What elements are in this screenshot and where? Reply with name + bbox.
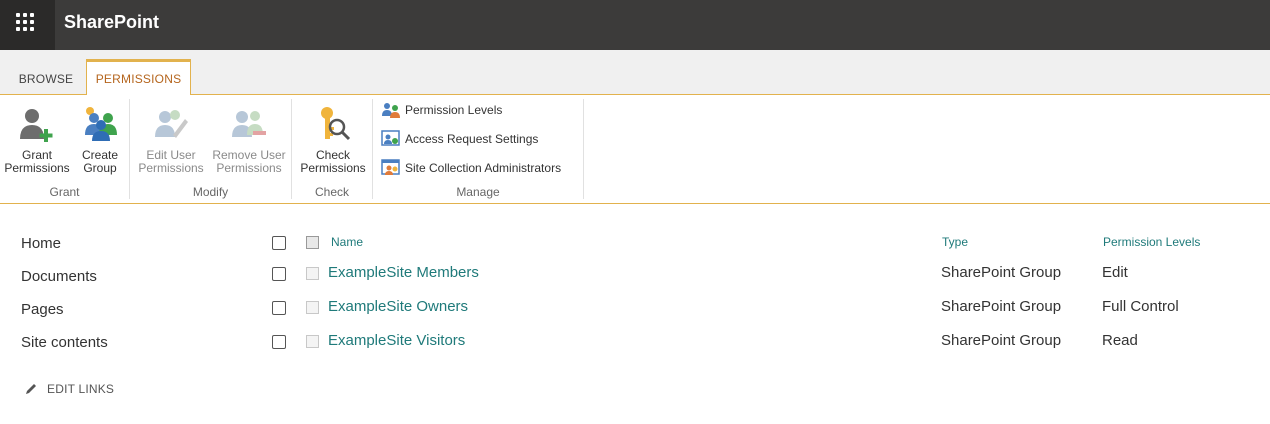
- group-link[interactable]: ExampleSite Members: [328, 264, 479, 281]
- row-select-box[interactable]: [306, 335, 319, 348]
- group-label-grant: Grant: [49, 185, 80, 199]
- type-cell: SharePoint Group: [941, 298, 1062, 315]
- nav-item-documents[interactable]: Documents: [21, 265, 108, 298]
- check-permissions-icon: [313, 105, 353, 143]
- column-header-permission-levels[interactable]: Permission Levels: [1103, 235, 1200, 249]
- group-link[interactable]: ExampleSite Owners: [328, 298, 468, 315]
- edit-user-permissions-icon: [151, 105, 191, 143]
- group-link[interactable]: ExampleSite Visitors: [328, 332, 465, 349]
- group-label-manage: Manage: [456, 185, 500, 199]
- table-header-row: Name Type Permission Levels: [270, 230, 1260, 258]
- pencil-icon: [24, 382, 38, 396]
- type-cell: SharePoint Group: [941, 264, 1062, 281]
- row-select-box[interactable]: [306, 301, 319, 314]
- edit-links-button[interactable]: EDIT LINKS: [24, 382, 114, 396]
- permission-levels-icon: [381, 101, 401, 119]
- permission-level-cell: Full Control: [1102, 298, 1179, 315]
- nav-item-pages[interactable]: Pages: [21, 298, 108, 331]
- ribbon-group-modify: Edit User Permissions Remove User Permis…: [130, 99, 291, 203]
- tab-browse[interactable]: BROWSE: [12, 61, 80, 95]
- permission-levels-button[interactable]: Permission Levels: [381, 99, 502, 121]
- ribbon-tab-row: BROWSE PERMISSIONS: [0, 50, 1270, 96]
- group-divider: [583, 99, 584, 199]
- tab-permissions[interactable]: PERMISSIONS: [86, 59, 191, 96]
- site-collection-administrators-button[interactable]: Site Collection Administrators: [381, 157, 561, 179]
- ribbon-group-check: Check Permissions Check: [292, 99, 372, 203]
- remove-user-permissions-icon: [229, 105, 269, 143]
- access-request-settings-button[interactable]: Access Request Settings: [381, 128, 538, 150]
- ribbon: Grant Permissions Create Group Grant Edi…: [0, 95, 1270, 204]
- create-group-button[interactable]: Create Group: [74, 105, 126, 175]
- nav-item-home[interactable]: Home: [21, 232, 108, 265]
- site-collection-administrators-icon: [381, 159, 401, 177]
- select-all-row-checkbox[interactable]: [306, 236, 319, 249]
- check-permissions-button[interactable]: Check Permissions: [298, 105, 368, 175]
- row-select-box[interactable]: [306, 267, 319, 280]
- ribbon-group-manage: Permission Levels Access Request Setting…: [373, 99, 583, 203]
- row-checkbox[interactable]: [272, 301, 286, 315]
- permission-level-cell: Read: [1102, 332, 1138, 349]
- remove-user-permissions-button[interactable]: Remove User Permissions: [210, 105, 288, 175]
- column-header-name[interactable]: Name: [331, 235, 363, 249]
- left-navigation: Home Documents Pages Site contents: [21, 232, 108, 364]
- type-cell: SharePoint Group: [941, 332, 1062, 349]
- table-row: ExampleSite Visitors SharePoint Group Re…: [270, 329, 1260, 357]
- row-checkbox[interactable]: [272, 335, 286, 349]
- group-label-modify: Modify: [192, 185, 229, 199]
- create-group-icon: [80, 105, 120, 143]
- permission-level-cell: Edit: [1102, 264, 1128, 281]
- row-checkbox[interactable]: [272, 267, 286, 281]
- grant-permissions-icon: [17, 105, 57, 143]
- access-request-settings-icon: [381, 130, 401, 148]
- group-label-check: Check: [314, 185, 349, 199]
- grant-permissions-button[interactable]: Grant Permissions: [4, 105, 70, 175]
- ribbon-group-grant: Grant Permissions Create Group Grant: [0, 99, 129, 203]
- app-title[interactable]: SharePoint: [64, 12, 159, 33]
- edit-user-permissions-button[interactable]: Edit User Permissions: [136, 105, 206, 175]
- nav-item-site-contents[interactable]: Site contents: [21, 331, 108, 364]
- suite-bar: SharePoint: [0, 0, 1270, 50]
- table-row: ExampleSite Members SharePoint Group Edi…: [270, 261, 1260, 289]
- select-all-checkbox[interactable]: [272, 236, 286, 250]
- table-row: ExampleSite Owners SharePoint Group Full…: [270, 295, 1260, 323]
- column-header-type[interactable]: Type: [942, 235, 968, 249]
- app-launcher-icon[interactable]: [0, 0, 55, 50]
